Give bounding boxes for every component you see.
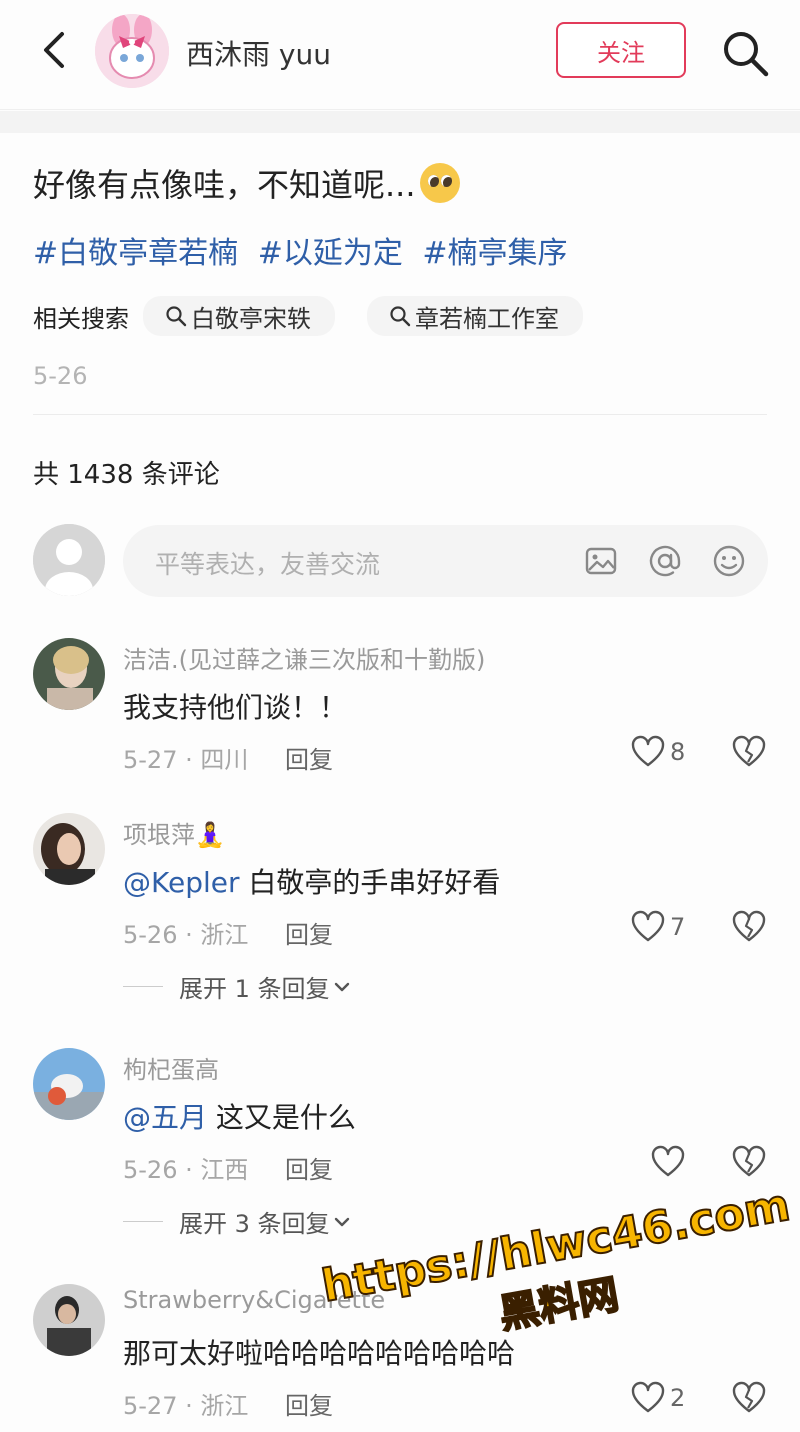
broken-heart-icon[interactable] — [731, 734, 767, 770]
like-button[interactable]: 7 — [630, 909, 685, 945]
divider-line — [123, 986, 163, 987]
broken-heart-icon[interactable] — [731, 1380, 767, 1416]
tag-link[interactable]: #白敬亭章若楠 — [33, 236, 238, 271]
broken-heart-icon[interactable] — [731, 1144, 767, 1180]
comment-text: @Kepler 白敬亭的手串好好看 — [123, 861, 500, 901]
comment-meta: 5-26 · 江西 — [123, 1156, 249, 1184]
comment-text: 我支持他们谈！！ — [123, 691, 348, 724]
watermark-url: https://hlwc46.com — [317, 1179, 795, 1314]
my-avatar — [33, 524, 105, 596]
search-icon — [390, 306, 411, 327]
commenter-name[interactable]: 项垠萍🧘‍♀️ — [123, 815, 225, 850]
related-search-label: 相关搜索 — [33, 304, 129, 333]
like-button[interactable]: 2 — [630, 1380, 685, 1416]
emoji-icon[interactable] — [711, 543, 747, 579]
post-date: 5-26 — [33, 362, 88, 390]
divider-line — [123, 1221, 163, 1222]
comment-count: 共 1438 条评论 — [33, 460, 220, 490]
comment-meta: 5-27 · 浙江 — [123, 1392, 249, 1420]
related-search-text: 白敬亭宋轶 — [191, 304, 311, 333]
follow-button[interactable]: 关注 — [556, 22, 686, 78]
expand-replies-label: 展开 3 条回复 — [179, 1210, 330, 1238]
reply-button[interactable]: 回复 — [285, 740, 333, 775]
tag-link[interactable]: #以延为定 — [258, 236, 403, 271]
post-title-text: 好像有点像哇，不知道呢... — [33, 166, 416, 204]
like-button[interactable]: 8 — [630, 734, 685, 770]
like-button[interactable] — [650, 1144, 686, 1180]
search-icon[interactable] — [720, 28, 770, 78]
related-search-chip[interactable]: 章若楠工作室 — [367, 296, 583, 336]
chevron-down-icon — [334, 1217, 349, 1226]
comment-meta: 5-27 · 四川 — [123, 746, 249, 774]
like-count: 8 — [670, 738, 686, 766]
separator-band — [0, 111, 800, 133]
commenter-avatar[interactable] — [33, 1048, 105, 1120]
commenter-name[interactable]: 枸杞蛋高 — [123, 1050, 219, 1085]
search-icon — [166, 306, 187, 327]
mention-icon[interactable] — [647, 543, 683, 579]
related-search-chip[interactable]: 白敬亭宋轶 — [143, 296, 335, 336]
commenter-name[interactable]: 洁洁.(见过薛之谦三次版和十勤版) — [123, 640, 485, 675]
comment-body: 白敬亭的手串好好看 — [239, 866, 501, 899]
commenter-name[interactable]: Strawberry&Cigarette — [123, 1286, 385, 1314]
heart-icon — [651, 1145, 685, 1177]
heart-icon — [631, 1381, 665, 1413]
top-bar: 西沐雨 yuu 关注 — [0, 0, 800, 110]
commenter-avatar[interactable] — [33, 638, 105, 710]
post-title: 好像有点像哇，不知道呢... — [33, 160, 460, 207]
pleading-face-emoji-icon — [419, 163, 460, 203]
chevron-down-icon — [334, 982, 349, 991]
watermark-name: 黑料网 — [495, 1271, 623, 1339]
like-count: 7 — [670, 913, 686, 941]
expand-replies-button[interactable]: 展开 3 条回复 — [123, 1204, 354, 1239]
heart-icon — [631, 735, 665, 767]
reply-button[interactable]: 回复 — [285, 1386, 333, 1421]
expand-replies-label: 展开 1 条回复 — [179, 975, 330, 1003]
reply-button[interactable]: 回复 — [285, 1150, 333, 1185]
comment-input[interactable]: 平等表达，友善交流 — [123, 525, 768, 597]
heart-icon — [631, 910, 665, 942]
related-searches: 相关搜索 白敬亭宋轶 章若楠工作室 — [33, 296, 615, 336]
image-icon[interactable] — [583, 543, 619, 579]
related-search-text: 章若楠工作室 — [415, 304, 559, 333]
post-tags: #白敬亭章若楠 #以延为定 #楠亭集序 — [33, 228, 578, 272]
commenter-avatar[interactable] — [33, 1284, 105, 1356]
comment-text: @五月 这又是什么 — [123, 1096, 356, 1136]
author-avatar[interactable] — [95, 14, 169, 88]
comment-input-placeholder: 平等表达，友善交流 — [155, 550, 381, 579]
expand-replies-button[interactable]: 展开 1 条回复 — [123, 969, 354, 1004]
author-name[interactable]: 西沐雨 yuu — [186, 33, 331, 73]
back-arrow-icon[interactable] — [36, 28, 76, 72]
tag-link[interactable]: #楠亭集序 — [422, 236, 567, 271]
comment-text: 那可太好啦哈哈哈哈哈哈哈哈哈 — [123, 1337, 516, 1370]
reply-button[interactable]: 回复 — [285, 915, 333, 950]
divider — [33, 414, 767, 415]
broken-heart-icon[interactable] — [731, 909, 767, 945]
mention-link[interactable]: @五月 — [123, 1101, 207, 1134]
comment-meta: 5-26 · 浙江 — [123, 921, 249, 949]
comment-body: 这又是什么 — [207, 1101, 356, 1134]
mention-link[interactable]: @Kepler — [123, 866, 239, 899]
like-count: 2 — [670, 1384, 686, 1412]
commenter-avatar[interactable] — [33, 813, 105, 885]
